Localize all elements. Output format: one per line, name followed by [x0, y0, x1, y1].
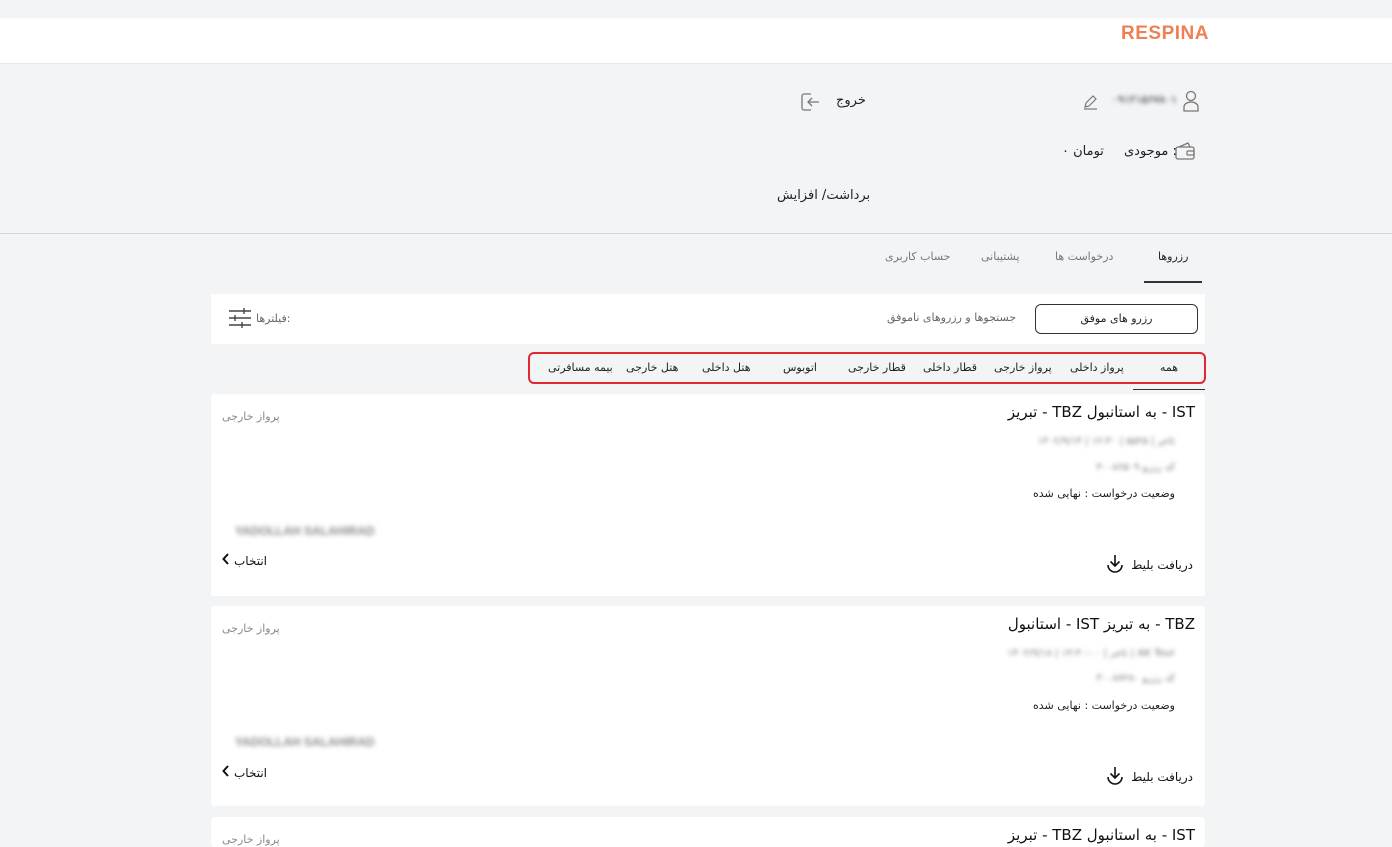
site-header: RESPINA: [0, 18, 1392, 64]
category-domestic-hotel[interactable]: هتل داخلی: [702, 361, 751, 374]
booking-route-title: استانبول - IST به تبریز - TBZ: [1007, 615, 1195, 633]
select-label: انتخاب: [234, 553, 267, 568]
sliders-icon[interactable]: [228, 307, 252, 333]
passenger-name: YADOLLAH SALAHIRAD: [235, 735, 375, 749]
category-international-hotel[interactable]: هتل خارجی: [626, 361, 678, 374]
download-icon: [1105, 765, 1125, 788]
tab-support[interactable]: پشتیبانی: [981, 250, 1019, 263]
logout-icon[interactable]: [799, 91, 821, 113]
tab-requests[interactable]: درخواست ها: [1055, 250, 1113, 263]
booking-type: پرواز خارجی: [222, 410, 280, 423]
booking-status: وضعیت درخواست : نهایی شده: [1032, 699, 1175, 712]
top-strip: [0, 0, 1392, 18]
withdraw-deposit-link[interactable]: برداشت/ افزایش: [777, 188, 870, 203]
active-tab-indicator: [1144, 281, 1202, 283]
category-bus[interactable]: اتوبوس: [783, 361, 817, 374]
active-category-indicator: [1133, 389, 1205, 390]
select-label: انتخاب: [234, 765, 267, 780]
download-label: دریافت بلیط: [1131, 557, 1193, 572]
category-domestic-train[interactable]: قطار داخلی: [923, 361, 977, 374]
tab-reservations[interactable]: رزروها: [1158, 250, 1188, 263]
logo[interactable]: RESPINA: [1121, 23, 1209, 45]
booking-route-title: تبریز - TBZ به استانبول - IST: [1007, 403, 1195, 421]
booking-card: تبریز - TBZ به استانبول - IST پرواز خارج…: [211, 817, 1205, 847]
booking-type: پرواز خارجی: [222, 833, 280, 846]
select-booking-button[interactable]: انتخاب: [222, 765, 267, 780]
booking-status: وضعیت درخواست : نهایی شده: [1032, 487, 1175, 500]
category-filter: همه پرواز داخلی پرواز خارجی قطار داخلی ق…: [528, 352, 1206, 384]
failed-bookings-link[interactable]: جستجوها و رزروهای ناموفق: [887, 311, 1016, 324]
chevron-left-icon: [222, 553, 230, 568]
edit-pencil-icon[interactable]: [1082, 93, 1099, 110]
booking-card: تبریز - TBZ به استانبول - IST پرواز خارج…: [211, 394, 1205, 596]
chevron-left-icon: [222, 765, 230, 780]
download-icon: [1105, 553, 1125, 576]
filter-bar: رزرو های موفق جستجوها و رزروهای ناموفق ف…: [211, 294, 1205, 344]
booking-code: کد رزرو ۳۰۰۸۶۵۰۹: [1096, 462, 1175, 473]
category-international-train[interactable]: قطار خارجی: [848, 361, 906, 374]
balance-value: ۰ تومان: [1062, 144, 1104, 159]
booking-route-title: تبریز - TBZ به استانبول - IST: [1007, 826, 1195, 844]
category-international-flight[interactable]: پرواز خارجی: [994, 361, 1052, 374]
logout-button[interactable]: خروج: [836, 93, 866, 108]
tab-account[interactable]: حساب کاربری: [885, 250, 950, 263]
wallet-icon: [1174, 141, 1196, 161]
user-icon: [1182, 90, 1200, 112]
select-booking-button[interactable]: انتخاب: [222, 553, 267, 568]
balance-label: موجودی :: [1124, 144, 1177, 159]
successful-bookings-button[interactable]: رزرو های موفق: [1035, 304, 1198, 334]
passenger-name: YADOLLAH SALAHIRAD: [235, 524, 375, 538]
download-ticket-button[interactable]: دریافت بلیط: [1105, 765, 1193, 788]
booking-type: پرواز خارجی: [222, 622, 280, 635]
booking-card: استانبول - IST به تبریز - TBZ پرواز خارج…: [211, 606, 1205, 806]
filters-label: فیلترها:: [256, 312, 291, 325]
user-phone: ۰۹۱۲۱۵۶۷۸۰۱: [1112, 93, 1177, 106]
booking-code: کد رزرو ۳۰۰۸۷۲۸۰: [1096, 673, 1175, 684]
main-tabs: رزروها درخواست ها پشتیبانی حساب کاربری: [0, 234, 1392, 286]
profile-panel: ۰۹۱۲۱۵۶۷۸۰۱ خروج موجودی : ۰ تومان برداشت…: [0, 64, 1392, 234]
category-domestic-flight[interactable]: پرواز داخلی: [1070, 361, 1124, 374]
download-ticket-button[interactable]: دریافت بلیط: [1105, 553, 1193, 576]
category-all[interactable]: همه: [1160, 361, 1178, 374]
category-travel-insurance[interactable]: بیمه مسافرتی: [548, 361, 613, 374]
download-label: دریافت بلیط: [1131, 769, 1193, 784]
booking-datetime: ۱۴۰۲/۹/۱۸ | ۱۳:۳۰:۰۰ | تاجر | AK Tour: [1007, 648, 1175, 659]
booking-datetime: ۱۴۰۲/۹/۱۴ | ۱۲:۳۰ | تاجر | ۵۵۲۵: [1037, 436, 1175, 447]
